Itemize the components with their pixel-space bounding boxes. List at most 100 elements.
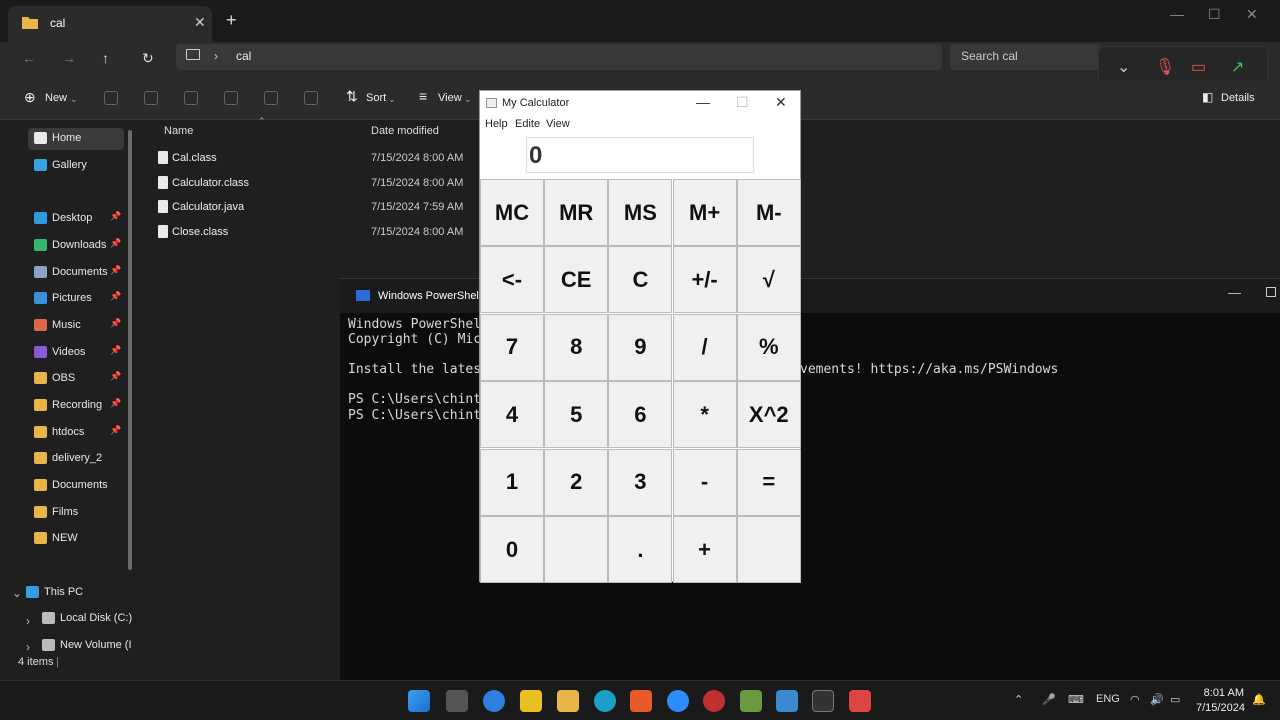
calculator-display[interactable]: 0 <box>526 137 754 173</box>
sidebar-item-this-pc[interactable]: This PC <box>20 582 116 604</box>
mic-icon[interactable]: 🎤 <box>1042 693 1056 706</box>
key-minus[interactable]: - <box>672 448 737 516</box>
column-header-name[interactable]: Name <box>164 125 193 137</box>
paste-icon[interactable] <box>184 91 198 105</box>
mic-muted-icon[interactable]: 🎙 <box>1155 57 1175 77</box>
maximize-icon[interactable]: ☐ <box>736 94 749 111</box>
sidebar-item-new[interactable]: NEW <box>28 528 124 550</box>
start-icon[interactable] <box>408 690 430 712</box>
chevron-down-icon[interactable]: ⌄ <box>12 586 22 600</box>
clock[interactable]: 8:01 AM 7/15/2024 <box>1196 686 1245 716</box>
new-plus-icon[interactable]: ⊕ <box>24 89 36 106</box>
key-6[interactable]: 6 <box>608 381 673 449</box>
key-9[interactable]: 9 <box>608 313 673 381</box>
chevron-down-icon[interactable]: ⌄ <box>1117 57 1130 77</box>
app-icon[interactable] <box>520 690 542 712</box>
key-1[interactable]: 1 <box>480 448 544 516</box>
key-3[interactable]: 3 <box>608 448 673 516</box>
menu-edit[interactable]: Edite <box>515 118 540 130</box>
sidebar-item-new-volume-i[interactable]: New Volume (I <box>36 635 132 657</box>
zoom-icon[interactable] <box>667 690 689 712</box>
key-blank[interactable] <box>544 516 609 583</box>
key-5[interactable]: 5 <box>544 381 609 449</box>
chevron-down-icon[interactable]: ⌄ <box>464 94 472 105</box>
sidebar-item-recording[interactable]: Recording 📌 <box>28 395 124 417</box>
key-MC[interactable]: MC <box>480 179 544 246</box>
key-equals[interactable]: = <box>736 448 801 516</box>
share-icon[interactable]: ↗ <box>1231 57 1244 77</box>
sidebar-item-obs[interactable]: OBS 📌 <box>28 368 124 390</box>
key-sqrt[interactable]: √ <box>736 246 801 314</box>
edge-icon[interactable] <box>594 690 616 712</box>
key-plus[interactable]: + <box>672 516 737 583</box>
sidebar-item-pictures[interactable]: Pictures 📌 <box>28 288 124 310</box>
file-row[interactable]: Calculator.java 7/15/2024 7:59 AM <box>154 197 484 219</box>
sidebar-item-gallery[interactable]: Gallery <box>28 155 124 177</box>
key-4[interactable]: 4 <box>480 381 544 449</box>
camera-off-icon[interactable]: ▭ <box>1191 57 1206 77</box>
keyboard-icon[interactable]: ⌨ <box>1068 693 1084 706</box>
chevron-right-icon[interactable]: › <box>26 614 30 628</box>
tab-cal[interactable]: cal ✕ <box>8 6 212 42</box>
key-Mplus[interactable]: M+ <box>672 179 737 246</box>
brave-icon[interactable] <box>630 690 652 712</box>
key-plusdivideminus[interactable]: +/- <box>672 246 737 314</box>
delete-icon[interactable] <box>304 91 318 105</box>
close-icon[interactable]: ✕ <box>775 94 787 111</box>
chevron-right-icon[interactable]: › <box>214 49 218 63</box>
key-2[interactable]: 2 <box>544 448 609 516</box>
wifi-icon[interactable]: ◠ <box>1130 693 1140 706</box>
view-button[interactable]: View <box>438 92 462 104</box>
chevron-up-icon[interactable]: ⌃ <box>1014 693 1023 706</box>
menu-view[interactable]: View <box>546 118 570 130</box>
key-Xpow2[interactable]: X^2 <box>736 381 801 449</box>
minimize-icon[interactable]: — <box>1170 6 1184 22</box>
sidebar-item-desktop[interactable]: Desktop 📌 <box>28 208 124 230</box>
file-explorer-icon[interactable] <box>557 690 579 712</box>
close-tab-icon[interactable]: ✕ <box>194 14 206 31</box>
details-button[interactable]: Details <box>1221 92 1255 104</box>
file-row[interactable]: Close.class 7/15/2024 8:00 AM <box>154 222 484 244</box>
key-multiply[interactable]: * <box>672 381 737 449</box>
copy-icon[interactable] <box>144 91 158 105</box>
sort-icon[interactable]: ⇅ <box>346 88 358 105</box>
java-icon[interactable] <box>849 690 871 712</box>
obs-icon[interactable] <box>703 690 725 712</box>
minimize-icon[interactable]: — <box>696 94 710 110</box>
key-Mminus[interactable]: M- <box>736 179 801 246</box>
battery-icon[interactable]: ▭ <box>1170 693 1180 706</box>
cut-icon[interactable] <box>104 91 118 105</box>
volume-icon[interactable]: 🔊 <box>1150 693 1164 706</box>
file-row[interactable]: Cal.class 7/15/2024 8:00 AM <box>154 148 484 170</box>
key-dot[interactable]: . <box>608 516 673 583</box>
key-percent[interactable]: % <box>736 313 801 381</box>
key-MS[interactable]: MS <box>608 179 673 246</box>
key-0[interactable]: 0 <box>480 516 544 583</box>
refresh-icon[interactable]: ↻ <box>142 50 154 67</box>
sidebar-item-delivery-2[interactable]: delivery_2 <box>28 448 124 470</box>
key-CE[interactable]: CE <box>544 246 609 314</box>
sort-button[interactable]: Sort <box>366 92 386 104</box>
key-blank[interactable] <box>736 516 801 583</box>
terminal-icon[interactable] <box>812 690 834 712</box>
chevron-down-icon[interactable]: ⌄ <box>388 94 396 105</box>
sidebar-item-films[interactable]: Films <box>28 502 124 524</box>
file-row[interactable]: Calculator.class 7/15/2024 8:00 AM <box>154 173 484 195</box>
up-arrow-icon[interactable]: ↑ <box>102 50 109 66</box>
key-C[interactable]: C <box>608 246 673 314</box>
sidebar-item-music[interactable]: Music 📌 <box>28 315 124 337</box>
task-view-icon[interactable] <box>446 690 468 712</box>
minimize-icon[interactable]: — <box>1228 285 1241 300</box>
notification-bell-icon[interactable]: 🔔 <box>1252 693 1266 706</box>
new-tab-button[interactable]: + <box>226 10 237 31</box>
language-indicator[interactable]: ENG <box>1096 693 1120 705</box>
calculator-titlebar[interactable]: My Calculator — ☐ ✕ <box>480 91 800 115</box>
sidebar-item-documents[interactable]: Documents <box>28 475 124 497</box>
sidebar-item-documents[interactable]: Documents 📌 <box>28 262 124 284</box>
browser-icon[interactable] <box>483 690 505 712</box>
app-icon[interactable] <box>740 690 762 712</box>
details-pane-icon[interactable]: ◧ <box>1202 90 1213 104</box>
search-input[interactable]: Search cal <box>950 44 1100 70</box>
key-7[interactable]: 7 <box>480 313 544 381</box>
key-8[interactable]: 8 <box>544 313 609 381</box>
